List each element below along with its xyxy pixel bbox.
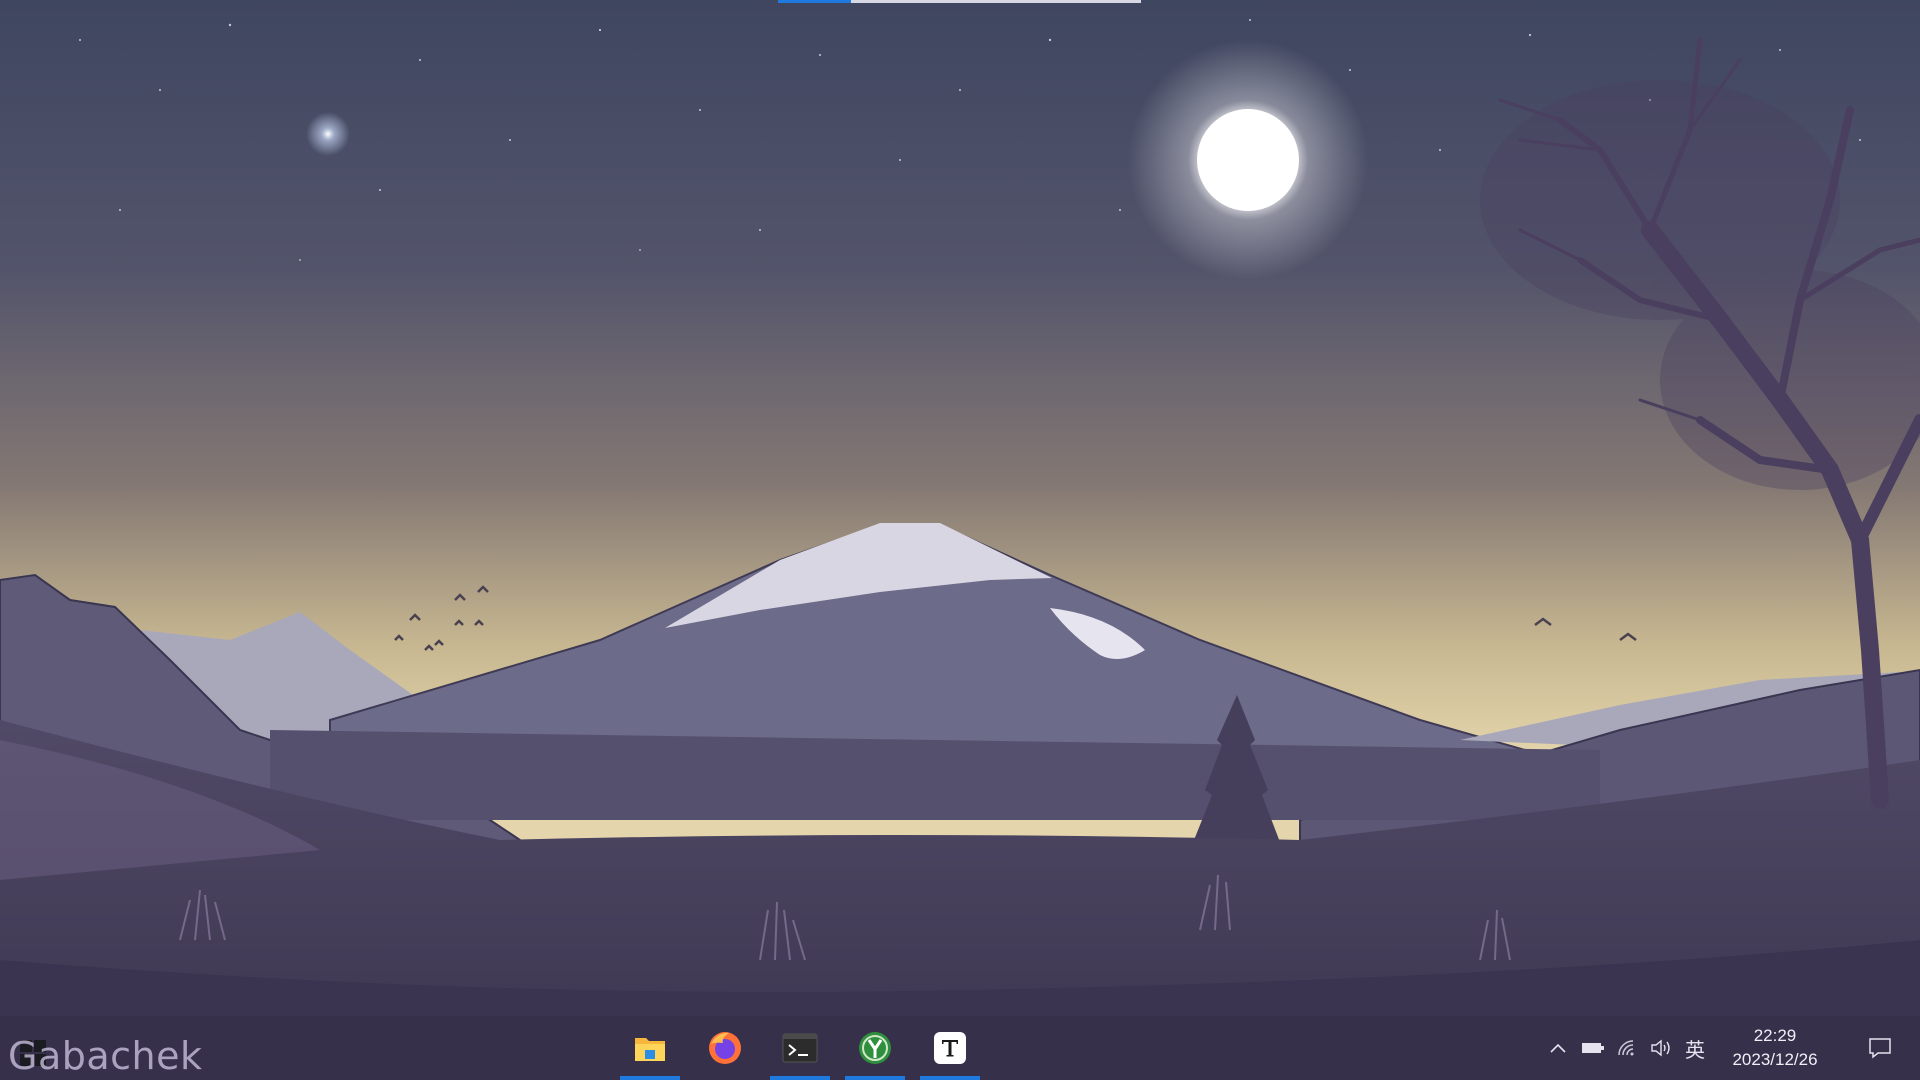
taskbar-app-firefox[interactable] xyxy=(695,1016,755,1080)
start-button[interactable] xyxy=(20,1040,46,1066)
firefox-icon xyxy=(709,1032,741,1064)
desktop-wallpaper xyxy=(0,0,1920,1080)
taskbar-app-file-explorer[interactable] xyxy=(620,1016,680,1080)
battery-button[interactable] xyxy=(1577,1016,1609,1080)
top-progress-fill xyxy=(778,0,851,3)
app-indicator xyxy=(770,1076,830,1080)
terminal-icon xyxy=(782,1033,818,1063)
notification-center-button[interactable] xyxy=(1858,1016,1902,1080)
app-indicator xyxy=(920,1076,980,1080)
green-y-app-icon xyxy=(859,1032,891,1064)
wifi-icon xyxy=(1618,1040,1634,1056)
input-method-indicator[interactable]: 英 xyxy=(1678,1016,1712,1080)
windows-logo-icon xyxy=(20,1040,32,1052)
folder-icon xyxy=(635,1038,665,1061)
taskbar-app-terminal[interactable] xyxy=(770,1016,830,1080)
taskbar-apps xyxy=(620,1016,995,1080)
clock-date: 2023/12/26 xyxy=(1732,1050,1818,1069)
top-progress-bar xyxy=(778,0,1141,3)
clock-button[interactable]: 22:29 2023/12/26 xyxy=(1720,1016,1830,1080)
taskbar-app-green[interactable] xyxy=(845,1016,905,1080)
volume-button[interactable] xyxy=(1646,1016,1676,1080)
taskbar-app-typora[interactable] xyxy=(920,1016,980,1080)
app-indicator xyxy=(845,1076,905,1080)
app-indicator xyxy=(620,1076,680,1080)
notification-icon xyxy=(1869,1038,1891,1059)
chevron-up-icon xyxy=(1550,1043,1566,1053)
network-button[interactable] xyxy=(1612,1016,1642,1080)
star-glow xyxy=(306,112,350,156)
text-t-icon xyxy=(934,1032,966,1064)
taskbar: Gabachek 英 22:29 2023/12/26 xyxy=(0,1016,1920,1080)
volume-icon xyxy=(1651,1039,1670,1057)
show-hidden-icons-button[interactable] xyxy=(1543,1016,1573,1080)
battery-icon xyxy=(1582,1043,1604,1053)
clock-time: 22:29 xyxy=(1753,1026,1797,1045)
moon xyxy=(1197,109,1299,211)
